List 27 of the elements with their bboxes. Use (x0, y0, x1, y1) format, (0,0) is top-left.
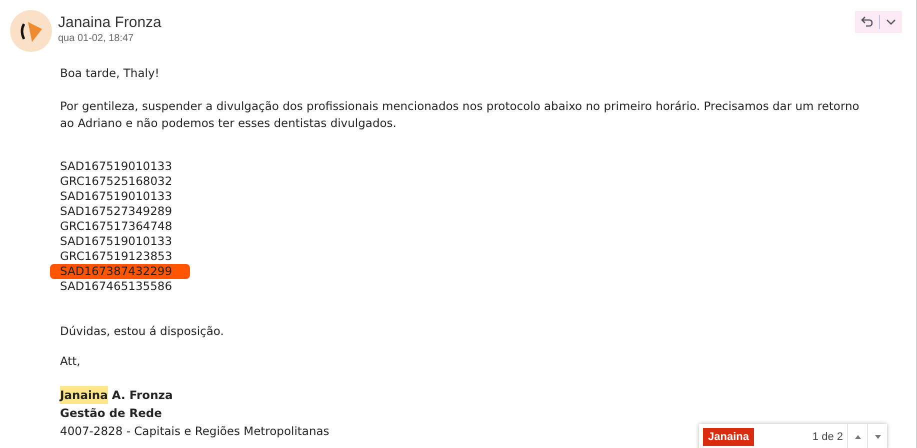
signoff-text: Att, (60, 354, 82, 369)
protocol-number: GRC167519123853 (60, 249, 172, 264)
reply-all-icon (861, 16, 873, 28)
protocol-number: SAD167527349289 (60, 204, 172, 219)
caret-down-icon (874, 435, 880, 439)
chevron-down-icon (886, 19, 896, 25)
match-count: 1 de 2 (812, 430, 844, 445)
protocol-number: SAD167519010133 (60, 234, 172, 249)
reply-all-button[interactable] (861, 16, 873, 28)
closing-text: Dúvidas, estou á disposição. (60, 324, 225, 339)
message-paragraph: Por gentileza, suspender a divulgação dos profissionais mencionados nos protocolo abaixo no primeiro horário. Precisamos dar um retorno ao Adriano e não podemos ter esses dentistas divulgados. (60, 98, 860, 132)
protocol-number: GRC167525168032 (60, 174, 172, 189)
sender-name: Janaina Fronza (58, 14, 162, 32)
protocol-number: SAD167519010133 (60, 159, 172, 174)
more-options-button[interactable] (886, 19, 896, 25)
sent-date: qua 01-02, 18:47 (58, 32, 135, 45)
search-match-highlight: Janaina (60, 386, 108, 404)
caret-up-icon (854, 435, 860, 439)
protocol-number: SAD167387432299 (50, 264, 190, 279)
find-term[interactable]: Janaina (703, 428, 754, 446)
protocol-number: GRC167517364748 (60, 219, 172, 234)
signature-phone: 4007-2828 - Capitais e Regiões Metropolitanas (60, 423, 330, 440)
signature-department: Gestão de Rede (60, 405, 162, 422)
signature-name: A. Fronza (112, 387, 173, 404)
protocol-number: SAD167519010133 (60, 189, 172, 204)
greeting-text: Boa tarde, Thaly! (60, 66, 160, 81)
protocol-number: SAD167465135586 (60, 279, 172, 294)
